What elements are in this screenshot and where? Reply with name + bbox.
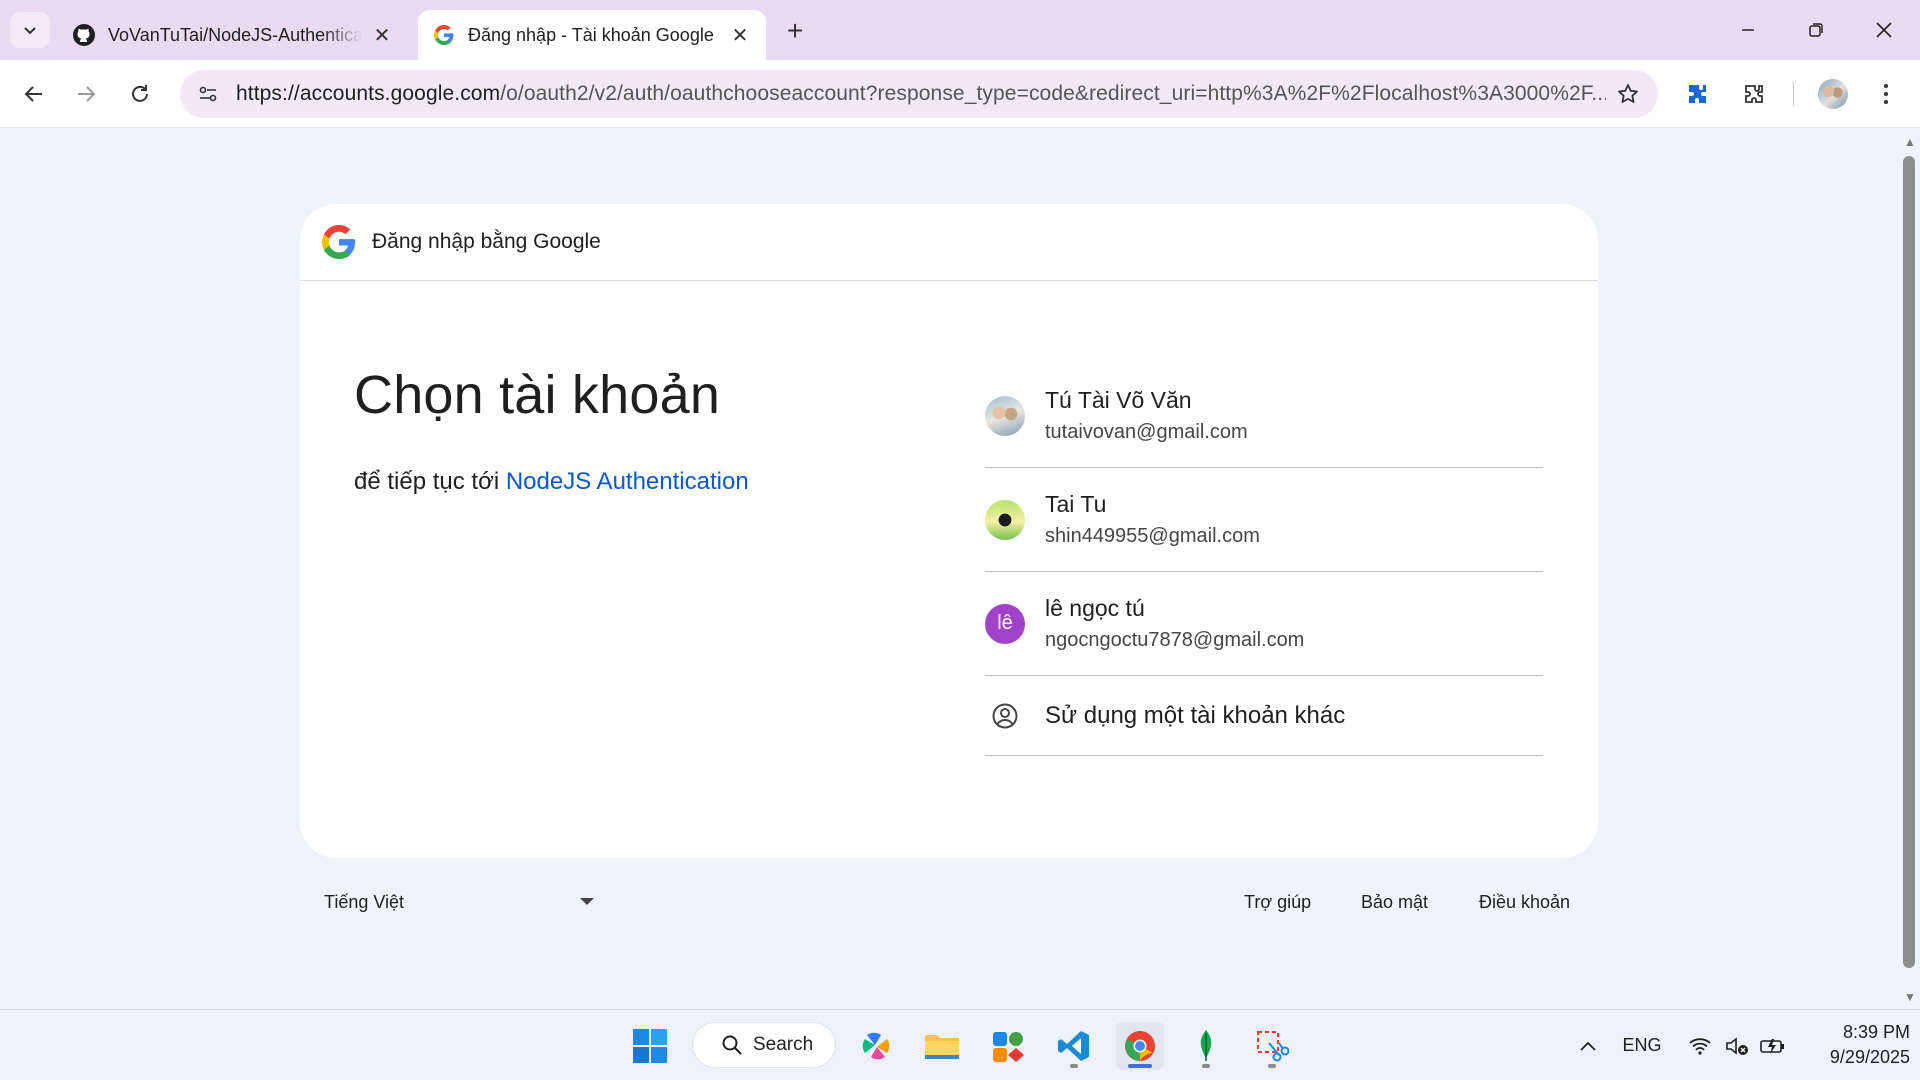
use-another-account-label: Sử dụng một tài khoản khác bbox=[1045, 701, 1346, 729]
use-another-account-button[interactable]: Sử dụng một tài khoản khác bbox=[985, 676, 1543, 756]
subtitle: để tiếp tục tới NodeJS Authentication bbox=[354, 468, 749, 496]
running-indicator bbox=[1202, 1064, 1210, 1068]
chrome-icon[interactable] bbox=[1116, 1022, 1164, 1070]
page-footer: Tiếng Việt Trợ giúp Bảo mật Điều khoản bbox=[300, 888, 1598, 922]
windows-start-icon[interactable] bbox=[626, 1022, 674, 1070]
url-host: https://accounts.google.com bbox=[236, 82, 501, 105]
tab-github[interactable]: VoVanTuTai/NodeJS-Authentication ✕ bbox=[58, 10, 408, 60]
more-vertical-icon bbox=[1884, 84, 1888, 104]
page-title: Chọn tài khoản bbox=[354, 365, 721, 425]
avatar: lê bbox=[985, 603, 1025, 644]
toolbar-divider bbox=[1793, 82, 1794, 106]
browser-menu-button[interactable] bbox=[1866, 74, 1906, 114]
extension-puzzle-icon[interactable] bbox=[1678, 74, 1718, 114]
account-name: Tai Tu bbox=[1045, 490, 1107, 517]
address-bar[interactable]: https://accounts.google.com/o/oauth2/v2/… bbox=[180, 70, 1658, 118]
title-bar: VoVanTuTai/NodeJS-Authentication ✕ Đăng … bbox=[0, 0, 1920, 60]
privacy-link[interactable]: Bảo mật bbox=[1361, 892, 1428, 913]
account-item[interactable]: Tú Tài Võ Văn tutaivovan@gmail.com bbox=[985, 364, 1543, 468]
card-header-text: Đăng nhập bằng Google bbox=[372, 230, 601, 253]
battery-charging-icon[interactable] bbox=[1756, 1010, 1790, 1080]
url-text[interactable]: https://accounts.google.com/o/oauth2/v2/… bbox=[236, 82, 1606, 106]
arrow-left-icon bbox=[24, 86, 42, 102]
system-clock[interactable]: 8:39 PM 9/29/2025 bbox=[1800, 1020, 1910, 1070]
bookmark-star-icon[interactable] bbox=[1606, 72, 1650, 116]
show-hidden-icons-chevron-icon[interactable] bbox=[1572, 1010, 1604, 1080]
account-email: shin449955@gmail.com bbox=[1045, 524, 1260, 547]
restore-button[interactable] bbox=[1782, 0, 1850, 60]
avatar bbox=[985, 499, 1025, 540]
google-logo-icon bbox=[322, 225, 355, 259]
account-name: Tú Tài Võ Văn bbox=[1045, 386, 1192, 413]
vscode-icon[interactable] bbox=[1050, 1022, 1098, 1070]
url-path: /o/oauth2/v2/auth/oauthchooseaccount?res… bbox=[500, 82, 1606, 105]
caret-down-icon bbox=[580, 898, 594, 905]
input-language-indicator[interactable]: ENG bbox=[1616, 1010, 1668, 1080]
subtitle-prefix: để tiếp tục tới bbox=[354, 468, 506, 495]
account-circle-icon bbox=[985, 696, 1025, 736]
card-header: Đăng nhập bằng Google bbox=[300, 204, 1598, 281]
avatar bbox=[1818, 79, 1848, 109]
running-indicator bbox=[1070, 1064, 1078, 1068]
site-info-icon[interactable] bbox=[186, 72, 230, 116]
scroll-down-arrow-icon[interactable]: ▼ bbox=[1901, 988, 1919, 1006]
terms-link[interactable]: Điều khoản bbox=[1479, 892, 1570, 913]
extensions-menu-icon[interactable] bbox=[1734, 74, 1774, 114]
taskbar-search[interactable]: Search bbox=[692, 1022, 836, 1068]
language-label: Tiếng Việt bbox=[324, 892, 405, 912]
running-indicator bbox=[1268, 1064, 1276, 1068]
chevron-down-icon bbox=[24, 27, 36, 35]
signin-card: Đăng nhập bằng Google Chọn tài khoản để … bbox=[300, 204, 1598, 858]
account-item[interactable]: Tai Tu shin449955@gmail.com bbox=[985, 468, 1543, 572]
google-icon bbox=[432, 23, 456, 47]
restore-icon bbox=[1809, 23, 1823, 37]
minimize-icon bbox=[1742, 29, 1754, 31]
browser-toolbar: https://accounts.google.com/o/oauth2/v2/… bbox=[0, 60, 1920, 128]
profile-avatar[interactable] bbox=[1813, 74, 1853, 114]
clock-time: 8:39 PM bbox=[1842, 1022, 1910, 1042]
close-window-button[interactable] bbox=[1850, 0, 1918, 60]
file-explorer-icon[interactable] bbox=[918, 1022, 966, 1070]
close-icon bbox=[1876, 22, 1892, 38]
reload-button[interactable] bbox=[120, 74, 160, 114]
tab-title: VoVanTuTai/NodeJS-Authentication bbox=[108, 24, 362, 45]
clock-date: 9/29/2025 bbox=[1829, 1047, 1910, 1067]
github-icon bbox=[72, 23, 96, 47]
tab-google-signin[interactable]: Đăng nhập - Tài khoản Google ✕ bbox=[418, 10, 766, 60]
copilot-icon[interactable] bbox=[852, 1022, 900, 1070]
forward-button[interactable] bbox=[66, 74, 106, 114]
account-list: Tú Tài Võ Văn tutaivovan@gmail.com Tai T… bbox=[985, 364, 1543, 756]
app-name-link[interactable]: NodeJS Authentication bbox=[506, 468, 749, 495]
wifi-icon[interactable] bbox=[1684, 1010, 1716, 1080]
new-tab-button[interactable]: + bbox=[778, 14, 812, 48]
scrollbar-thumb[interactable] bbox=[1903, 156, 1915, 968]
close-icon[interactable]: ✕ bbox=[728, 23, 752, 47]
minimize-button[interactable] bbox=[1714, 0, 1782, 60]
account-email: tutaivovan@gmail.com bbox=[1045, 420, 1248, 443]
language-select[interactable]: Tiếng Việt bbox=[324, 892, 594, 913]
tab-title: Đăng nhập - Tài khoản Google bbox=[468, 24, 714, 45]
account-item[interactable]: lê lê ngọc tú ngocngoctu7878@gmail.com bbox=[985, 572, 1543, 676]
tab-search-button[interactable] bbox=[10, 12, 50, 48]
volume-muted-icon[interactable] bbox=[1720, 1010, 1754, 1080]
help-link[interactable]: Trợ giúp bbox=[1244, 892, 1311, 913]
account-email: ngocngoctu7878@gmail.com bbox=[1045, 628, 1305, 651]
microsoft-store-icon[interactable] bbox=[984, 1022, 1032, 1070]
search-icon bbox=[722, 1035, 742, 1055]
taskbar: Search ENG 8:39 PM 9/29/2025 bbox=[0, 1009, 1920, 1080]
arrow-right-icon bbox=[78, 86, 96, 102]
scroll-up-arrow-icon[interactable]: ▲ bbox=[1901, 133, 1919, 151]
active-indicator bbox=[1128, 1064, 1152, 1068]
mongodb-compass-icon[interactable] bbox=[1182, 1022, 1230, 1070]
reload-icon bbox=[132, 85, 148, 102]
avatar bbox=[985, 395, 1025, 436]
account-name: lê ngọc tú bbox=[1045, 594, 1145, 621]
search-label: Search bbox=[753, 1034, 814, 1055]
back-button[interactable] bbox=[14, 74, 54, 114]
snipping-tool-icon[interactable] bbox=[1248, 1022, 1296, 1070]
close-icon[interactable]: ✕ bbox=[370, 23, 394, 47]
